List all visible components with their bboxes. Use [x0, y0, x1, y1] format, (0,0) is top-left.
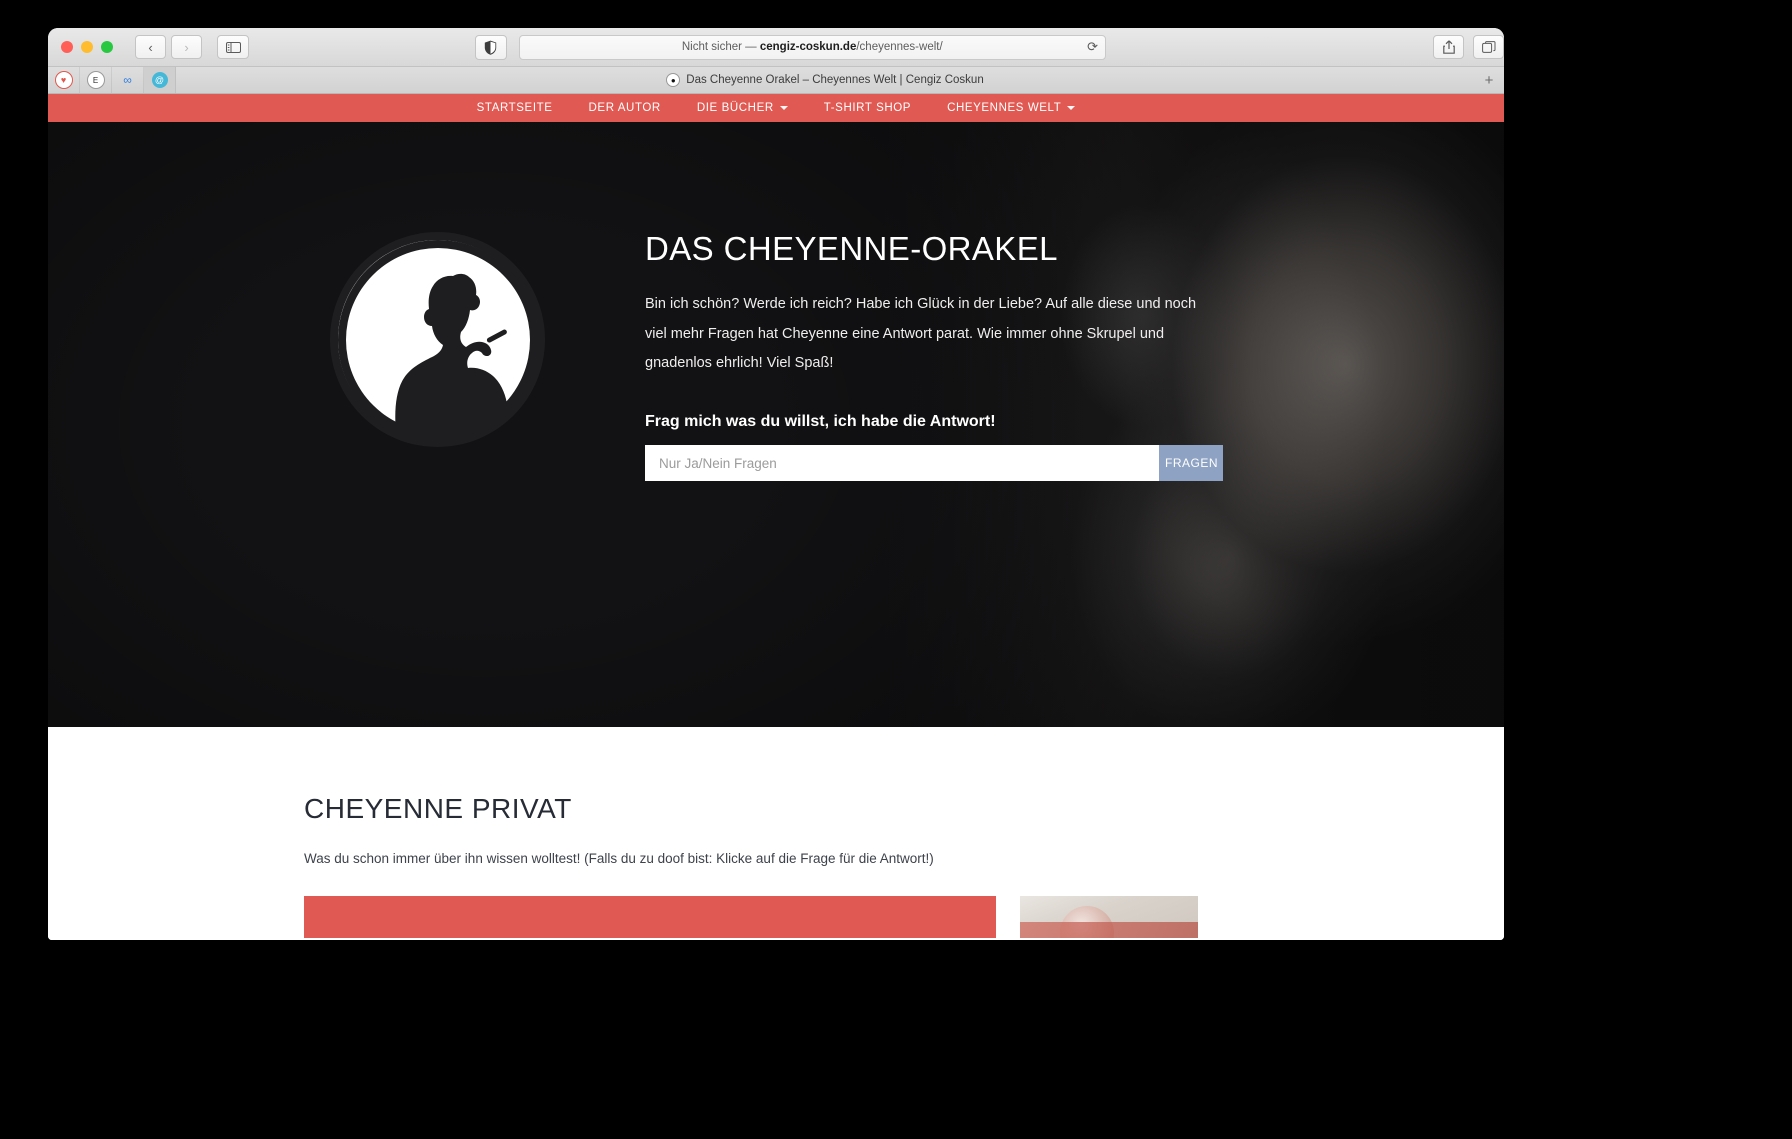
- favorite-link[interactable]: ∞: [112, 67, 144, 93]
- address-path: /cheyennes-welt/: [856, 41, 943, 53]
- hero-section: DAS CHEYENNE-ORAKEL Bin ich schön? Werde…: [48, 122, 1504, 727]
- tab-title: Das Cheyenne Orakel – Cheyennes Welt | C…: [686, 74, 984, 86]
- cheyenne-privat-section: CHEYENNE PRIVAT Was du schon immer über …: [48, 727, 1504, 940]
- address-bar[interactable]: Nicht sicher — cengiz-coskun.de/cheyenne…: [518, 34, 1106, 60]
- toolbar-right-buttons: [1433, 35, 1504, 59]
- address-text: Nicht sicher — cengiz-coskun.de/cheyenne…: [682, 41, 943, 53]
- evernote-icon: E: [86, 71, 105, 89]
- app-icon: @: [151, 72, 168, 88]
- sidebar-icon: [225, 41, 241, 53]
- heart-icon: ♥: [54, 71, 73, 89]
- favorite-app[interactable]: @: [144, 67, 176, 93]
- zoom-window-button[interactable]: [101, 41, 113, 53]
- hero-title: DAS CHEYENNE-ORAKEL: [645, 230, 1058, 267]
- nav-label: CHEYENNES WELT: [947, 102, 1062, 114]
- section-cards: [48, 896, 1504, 938]
- favorite-pocket[interactable]: ♥: [48, 67, 80, 93]
- chevron-down-icon: [1067, 106, 1076, 110]
- nav-item-startseite[interactable]: STARTSEITE: [459, 102, 571, 114]
- desktop-background: ‹ › Nicht sicher — cengiz-coskun.de/chey…: [0, 0, 1792, 1139]
- question-card-button[interactable]: [304, 896, 996, 938]
- site-favicon-icon: ●: [666, 73, 681, 87]
- nav-label: DIE BÜCHER: [696, 102, 774, 114]
- privacy-report-button[interactable]: [475, 34, 507, 60]
- smoking-man-silhouette-icon: [337, 239, 538, 440]
- window-controls: [61, 41, 113, 53]
- security-status-label: Nicht sicher: [681, 41, 742, 53]
- back-button[interactable]: ‹: [135, 35, 166, 59]
- hero-subtitle: Frag mich was du willst, ich habe die An…: [645, 413, 996, 431]
- site-navigation: STARTSEITE DER AUTOR DIE BÜCHER T-SHIRT …: [48, 94, 1504, 122]
- active-tab[interactable]: ● Das Cheyenne Orakel – Cheyennes Welt |…: [176, 67, 1474, 93]
- plus-icon: +: [1484, 71, 1494, 89]
- browser-toolbar: ‹ › Nicht sicher — cengiz-coskun.de/chey…: [48, 28, 1504, 67]
- tab-overview-icon: [1481, 41, 1495, 53]
- favorite-evernote[interactable]: E: [80, 67, 112, 93]
- reload-icon[interactable]: ⟳: [1087, 39, 1098, 55]
- cheyenne-photo-card[interactable]: [1020, 896, 1198, 938]
- new-tab-button[interactable]: +: [1474, 67, 1504, 93]
- cheyenne-silhouette-logo: [330, 232, 545, 447]
- nav-label: DER AUTOR: [588, 102, 661, 114]
- hero-paragraph: Bin ich schön? Werde ich reich? Habe ich…: [645, 296, 1197, 372]
- infinity-icon: ∞: [123, 73, 132, 87]
- oracle-question-input[interactable]: [645, 445, 1159, 482]
- section-text-block: CHEYENNE PRIVAT Was du schon immer über …: [48, 793, 1504, 866]
- shield-icon: [485, 40, 497, 55]
- nav-label: T-SHIRT SHOP: [823, 102, 912, 114]
- chevron-left-icon: ‹: [148, 39, 153, 55]
- nav-label: STARTSEITE: [476, 102, 553, 114]
- ask-button[interactable]: FRAGEN: [1159, 445, 1223, 482]
- section-heading: CHEYENNE PRIVAT: [304, 793, 572, 824]
- favorites-and-tab-strip: ♥ E ∞ @ ● Das Cheyenne Orakel – Cheyenne…: [48, 67, 1504, 94]
- chevron-right-icon: ›: [184, 39, 189, 55]
- tab-overview-button[interactable]: [1473, 35, 1504, 59]
- section-paragraph: Was du schon immer über ihn wissen wollt…: [304, 851, 934, 866]
- close-window-button[interactable]: [61, 41, 73, 53]
- navigation-buttons: ‹ ›: [135, 35, 202, 59]
- page-viewport: STARTSEITE DER AUTOR DIE BÜCHER T-SHIRT …: [48, 94, 1504, 940]
- oracle-question-form: FRAGEN: [645, 445, 1223, 482]
- minimize-window-button[interactable]: [81, 41, 93, 53]
- browser-window: ‹ › Nicht sicher — cengiz-coskun.de/chey…: [48, 28, 1504, 940]
- share-icon: [1442, 40, 1455, 54]
- page-scrollbar[interactable]: [1501, 94, 1504, 940]
- nav-item-die-buecher[interactable]: DIE BÜCHER: [679, 102, 806, 114]
- share-button[interactable]: [1433, 35, 1464, 59]
- hero-text-block: DAS CHEYENNE-ORAKEL Bin ich schön? Werde…: [645, 230, 1225, 482]
- nav-item-der-autor[interactable]: DER AUTOR: [571, 102, 679, 114]
- address-host: cengiz-coskun.de: [759, 41, 857, 53]
- forward-button[interactable]: ›: [171, 35, 202, 59]
- nav-item-cheyennes-welt[interactable]: CHEYENNES WELT: [929, 102, 1093, 114]
- chevron-down-icon: [779, 106, 788, 110]
- nav-item-t-shirt-shop[interactable]: T-SHIRT SHOP: [806, 102, 929, 114]
- address-separator: —: [745, 41, 757, 53]
- sidebar-toggle-button[interactable]: [217, 35, 250, 59]
- hero-content: DAS CHEYENNE-ORAKEL Bin ich schön? Werde…: [48, 122, 1504, 727]
